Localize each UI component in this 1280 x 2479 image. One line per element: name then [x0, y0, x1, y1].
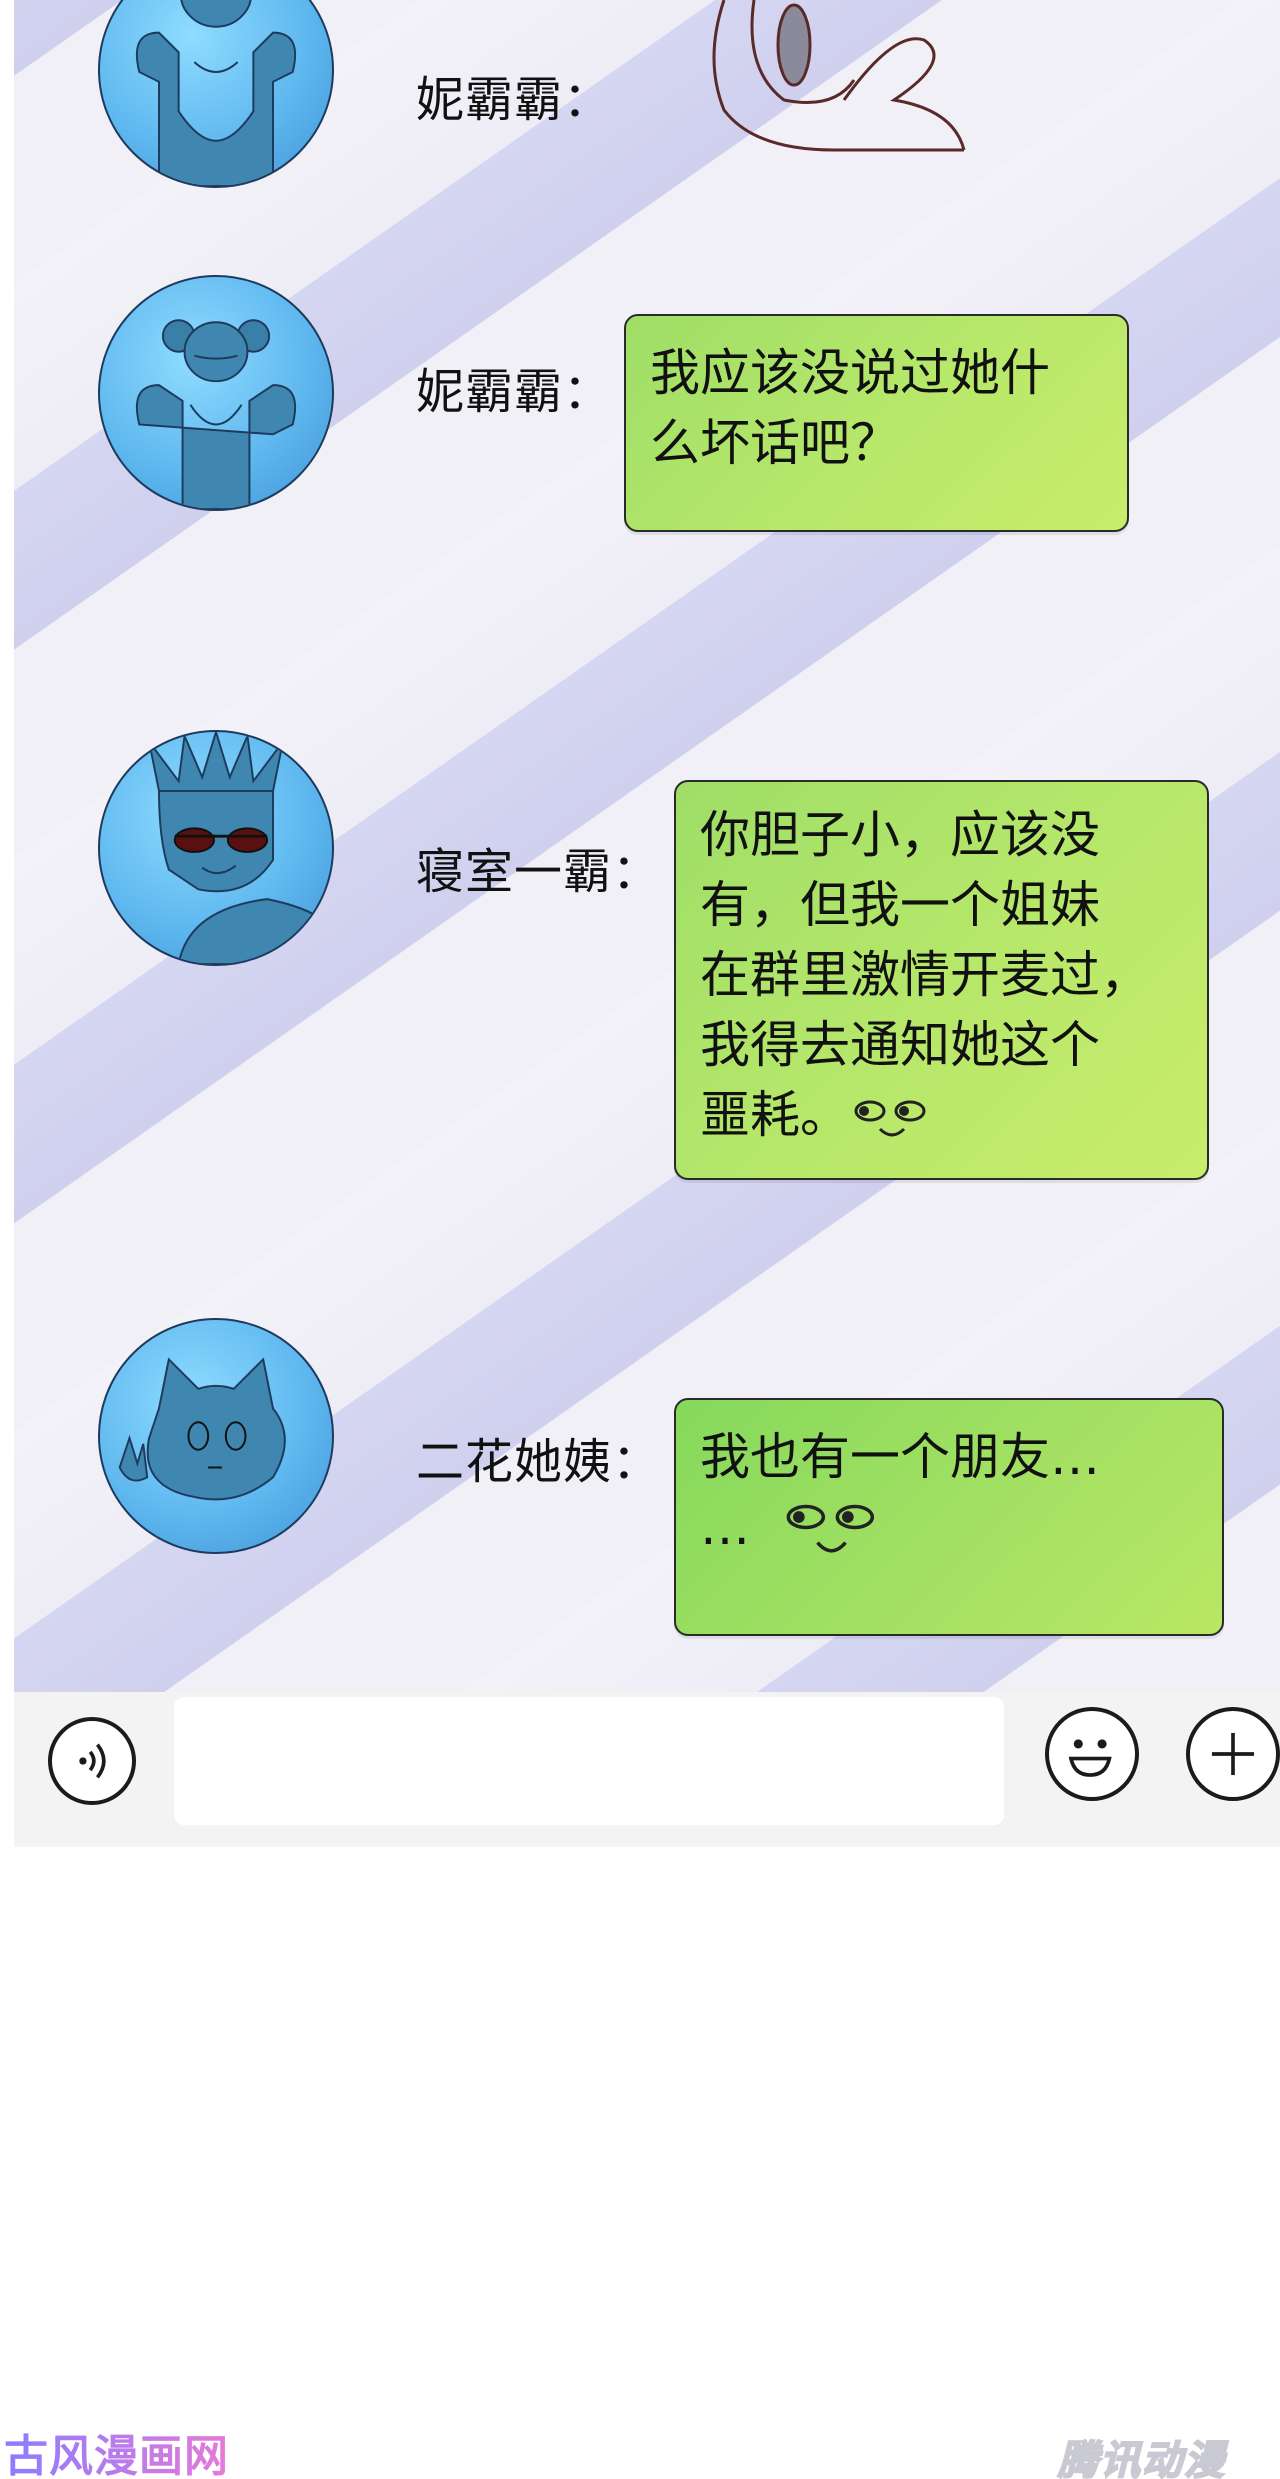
- message-bubble[interactable]: 我也有一个朋友… …: [674, 1398, 1224, 1636]
- message-bubble[interactable]: 你胆子小，应该没 有，但我一个姐妹 在群里激情开麦过， 我得去通知她这个 噩耗。: [674, 780, 1209, 1180]
- message-line: 我也有一个朋友…: [700, 1428, 1100, 1486]
- emoji-icon: [1068, 1739, 1112, 1777]
- sender-name: 妮霸霸：: [416, 364, 613, 420]
- voice-button[interactable]: [48, 1717, 136, 1805]
- smirk-face-icon: [786, 1504, 875, 1553]
- message-line: 你胆子小，应该没: [700, 806, 1100, 864]
- comic-page: 妮霸霸： 妮霸霸： 我应该没说过她什 么坏话吧？ 寝室一霸： 你胆子小，应该没 …: [0, 0, 1280, 2479]
- message-line-wrap: 噩耗。: [700, 1080, 1183, 1150]
- message-input[interactable]: [174, 1697, 1004, 1825]
- message-row: 妮霸霸： 我应该没说过她什 么坏话吧？: [14, 270, 1280, 540]
- cat-blob-avatar[interactable]: [98, 1318, 334, 1554]
- message-line: …: [700, 1498, 750, 1556]
- plus-icon: [1211, 1732, 1255, 1776]
- message-line: 有，但我一个姐妹: [700, 876, 1100, 934]
- girl-pigtails-avatar[interactable]: [98, 275, 334, 511]
- message-line: 在群里激情开麦过，: [700, 946, 1150, 1004]
- plus-button[interactable]: [1186, 1707, 1280, 1801]
- smirk-face-icon: [854, 1100, 926, 1136]
- message-line: 噩耗。: [700, 1086, 850, 1144]
- message-line: 我应该没说过她什: [650, 344, 1050, 402]
- message-row: 寝室一霸： 你胆子小，应该没 有，但我一个姐妹 在群里激情开麦过， 我得去通知她…: [14, 720, 1280, 1200]
- girl-pigtails-avatar[interactable]: [98, 0, 334, 188]
- message-line: 我得去通知她这个: [700, 1016, 1100, 1074]
- message-input-bar: [14, 1692, 1280, 1847]
- message-row: 妮霸霸：: [14, 0, 1280, 200]
- voice-icon: [79, 1743, 106, 1779]
- watermark-left: 古风漫画网: [4, 2420, 229, 2479]
- message-line: 么坏话吧？: [650, 414, 900, 472]
- sender-name: 寝室一霸：: [416, 844, 662, 900]
- message-line-wrap: …: [700, 1492, 1198, 1566]
- spiky-hair-sunglasses-avatar[interactable]: [98, 730, 334, 966]
- message-bubble[interactable]: 我应该没说过她什 么坏话吧？: [624, 314, 1129, 532]
- message-row: 二花她姨： 我也有一个朋友… …: [14, 1310, 1280, 1650]
- watermark-right: 腾讯动漫: [1057, 2437, 1226, 2479]
- sender-name: 二花她姨：: [416, 1434, 662, 1490]
- emoji-button[interactable]: [1045, 1707, 1139, 1801]
- sender-name: 妮霸霸：: [416, 72, 613, 128]
- chat-area: 妮霸霸： 妮霸霸： 我应该没说过她什 么坏话吧？ 寝室一霸： 你胆子小，应该没 …: [14, 0, 1280, 1692]
- doodle-sticker: [712, 0, 966, 152]
